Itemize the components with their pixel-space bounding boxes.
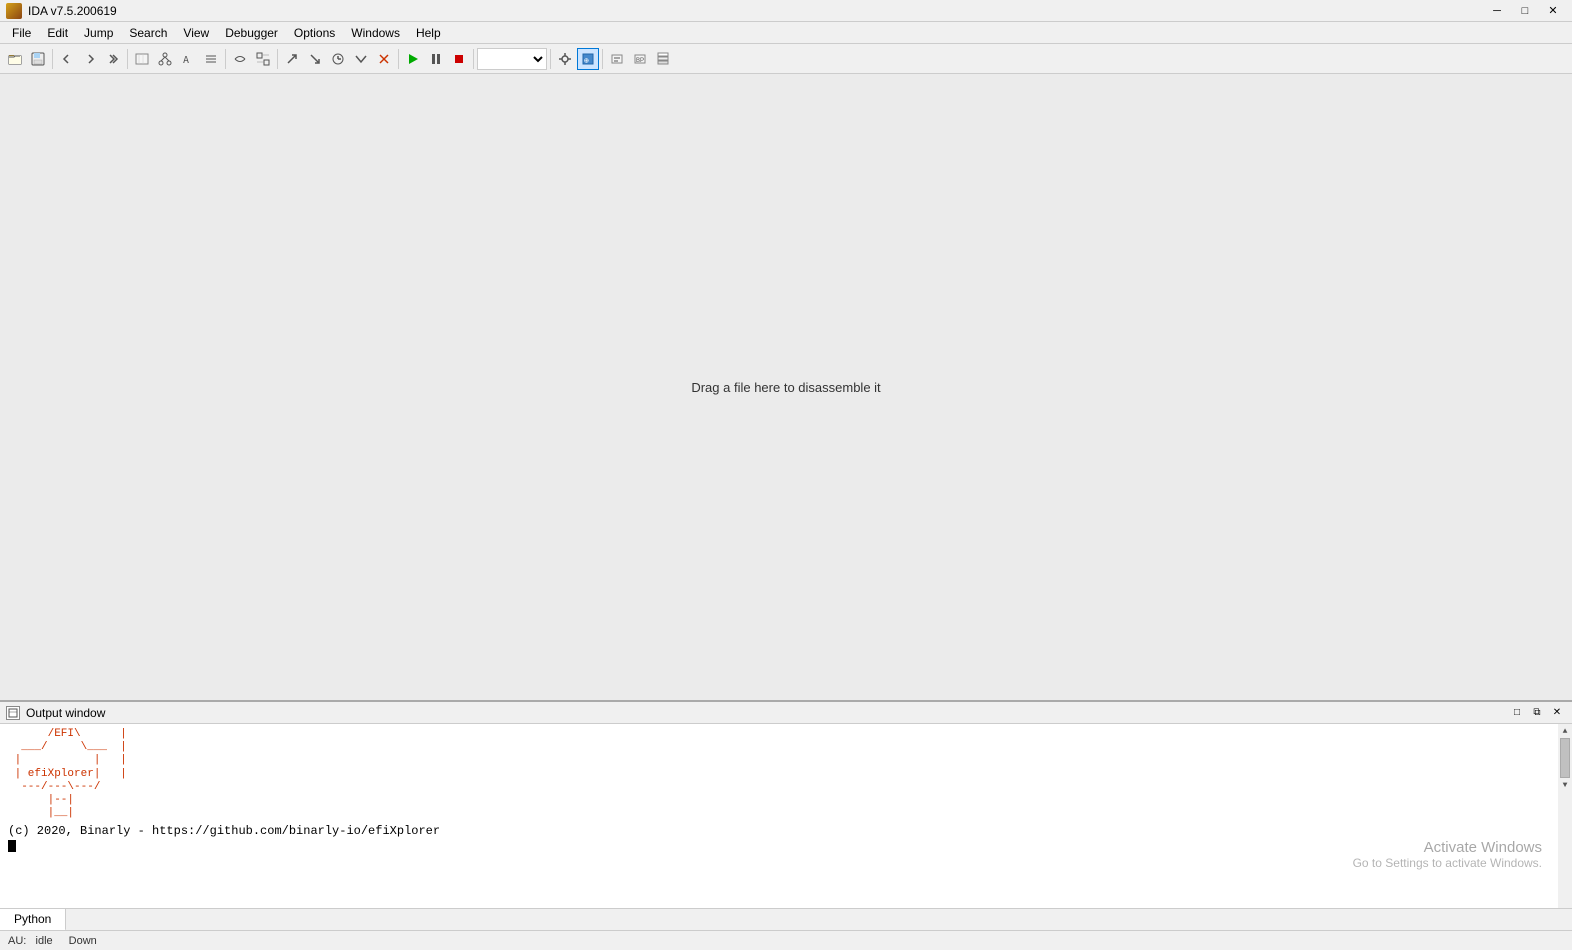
output-panel: Output window □ ⧉ ✕ /EFI\ | ___/ \___ | … xyxy=(0,700,1572,930)
tb-pause-button[interactable] xyxy=(425,48,447,70)
tb-graph-button[interactable] xyxy=(154,48,176,70)
output-credit: (c) 2020, Binarly - https://github.com/b… xyxy=(8,824,1554,838)
toolbar-separator-7 xyxy=(550,49,551,69)
maximize-button[interactable]: □ xyxy=(1512,2,1538,20)
menu-debugger[interactable]: Debugger xyxy=(217,22,286,43)
tb-cancel-button[interactable] xyxy=(373,48,395,70)
status-bar: AU: idle Down xyxy=(0,930,1572,950)
tb-hex-button[interactable] xyxy=(131,48,153,70)
status-au: AU: idle xyxy=(8,935,53,947)
tb-active-button[interactable]: ⊕ xyxy=(577,48,599,70)
toolbar-separator-2 xyxy=(127,49,128,69)
toolbar-separator-6 xyxy=(473,49,474,69)
menu-options[interactable]: Options xyxy=(286,22,343,43)
tb-jump-button[interactable] xyxy=(281,48,303,70)
output-content[interactable]: /EFI\ | ___/ \___ | | | | | efiXplorer| … xyxy=(0,724,1572,908)
menu-jump[interactable]: Jump xyxy=(76,22,121,43)
tb-crossref-button[interactable] xyxy=(229,48,251,70)
tb-debug-select[interactable] xyxy=(477,48,547,70)
scroll-up-arrow[interactable]: ▲ xyxy=(1558,724,1572,738)
output-scrollbar[interactable]: ▲ ▼ xyxy=(1558,724,1572,908)
tb-open-button[interactable] xyxy=(4,48,26,70)
tb-stack-button[interactable] xyxy=(652,48,674,70)
toolbar-separator-8 xyxy=(602,49,603,69)
tb-breakpoint-button[interactable] xyxy=(606,48,628,70)
output-header-controls: □ ⧉ ✕ xyxy=(1508,704,1566,722)
output-maximize-button[interactable]: □ xyxy=(1508,704,1526,722)
tb-run-button[interactable] xyxy=(402,48,424,70)
status-down: Down xyxy=(69,935,97,947)
output-cursor-line xyxy=(8,838,1554,842)
output-header-left: Output window xyxy=(6,706,105,720)
output-icon xyxy=(6,706,20,720)
tb-stop-button[interactable] xyxy=(448,48,470,70)
output-tab-bar: Python xyxy=(0,908,1572,930)
tb-list-button[interactable] xyxy=(200,48,222,70)
app-icon xyxy=(6,3,22,19)
output-close-button[interactable]: ✕ xyxy=(1548,704,1566,722)
tb-forward2-button[interactable] xyxy=(102,48,124,70)
close-button[interactable]: ✕ xyxy=(1540,2,1566,20)
title-bar-left: IDA v7.5.200619 xyxy=(6,3,117,19)
drop-hint: Drag a file here to disassemble it xyxy=(691,380,880,395)
title-bar-controls: ─ □ ✕ xyxy=(1484,2,1566,20)
svg-text:BP: BP xyxy=(636,58,644,64)
tb-text-button[interactable]: A xyxy=(177,48,199,70)
menu-bar: File Edit Jump Search View Debugger Opti… xyxy=(0,22,1572,44)
menu-help[interactable]: Help xyxy=(408,22,449,43)
tb-jump4-button[interactable] xyxy=(350,48,372,70)
svg-text:⊕: ⊕ xyxy=(584,56,589,65)
toolbar-separator-3 xyxy=(225,49,226,69)
menu-file[interactable]: File xyxy=(4,22,39,43)
svg-text:A: A xyxy=(183,55,189,66)
tb-back-button[interactable] xyxy=(56,48,78,70)
output-header: Output window □ ⧉ ✕ xyxy=(0,702,1572,724)
output-restore-button[interactable]: ⧉ xyxy=(1528,704,1546,722)
title-bar: IDA v7.5.200619 ─ □ ✕ xyxy=(0,0,1572,22)
tb-watch-button[interactable]: BP xyxy=(629,48,651,70)
output-title: Output window xyxy=(26,706,105,720)
toolbar-separator-1 xyxy=(52,49,53,69)
toolbar: A ⊕ BP xyxy=(0,44,1572,74)
minimize-button[interactable]: ─ xyxy=(1484,2,1510,20)
tb-jump3-button[interactable] xyxy=(327,48,349,70)
menu-search[interactable]: Search xyxy=(121,22,175,43)
tb-jump2-button[interactable] xyxy=(304,48,326,70)
tb-save-button[interactable] xyxy=(27,48,49,70)
title-text: IDA v7.5.200619 xyxy=(28,4,117,18)
toolbar-separator-4 xyxy=(277,49,278,69)
tb-forward-button[interactable] xyxy=(79,48,101,70)
scroll-thumb[interactable] xyxy=(1560,738,1570,778)
menu-windows[interactable]: Windows xyxy=(343,22,408,43)
tb-debug-cfg-button[interactable] xyxy=(554,48,576,70)
toolbar-separator-5 xyxy=(398,49,399,69)
tb-xref-button[interactable] xyxy=(252,48,274,70)
tab-python[interactable]: Python xyxy=(0,909,66,931)
main-area[interactable]: Drag a file here to disassemble it xyxy=(0,74,1572,700)
menu-edit[interactable]: Edit xyxy=(39,22,76,43)
ascii-art: /EFI\ | ___/ \___ | | | | | efiXplorer| … xyxy=(8,728,1554,820)
menu-view[interactable]: View xyxy=(175,22,217,43)
scroll-down-arrow[interactable]: ▼ xyxy=(1558,778,1572,792)
